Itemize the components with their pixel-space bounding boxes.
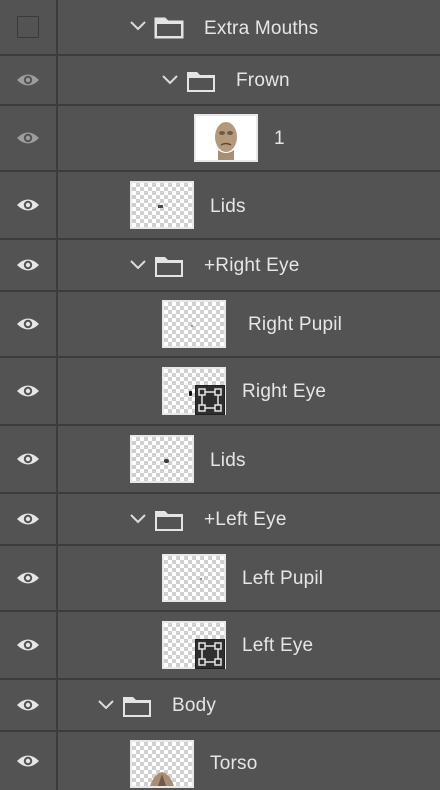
eye-icon[interactable] (16, 570, 40, 586)
eye-icon[interactable] (16, 383, 40, 399)
eye-icon[interactable] (16, 637, 40, 653)
layer-row-body[interactable]: Body (0, 680, 440, 732)
folder-icon (187, 72, 215, 92)
layer-name: +Right Eye (204, 255, 300, 276)
visibility-toggle[interactable] (0, 426, 58, 492)
layer-row-left-pupil[interactable]: Left Pupil (0, 546, 440, 612)
thumbnail-mark (158, 205, 163, 208)
transform-icon (198, 388, 222, 412)
smart-object-badge (195, 385, 225, 415)
layer-name: +Left Eye (204, 509, 287, 530)
layer-row-right-eye[interactable]: Right Eye (0, 358, 440, 426)
transform-icon (198, 642, 222, 666)
folder-icon (123, 697, 151, 717)
visibility-toggle[interactable] (0, 106, 58, 170)
folder-icon (155, 511, 183, 531)
layer-row-1[interactable]: 1 (0, 106, 440, 172)
eye-icon[interactable] (16, 511, 40, 527)
visibility-toggle[interactable] (0, 494, 58, 544)
layer-row-frown[interactable]: Frown (0, 56, 440, 106)
eye-icon[interactable] (16, 130, 40, 146)
layer-name: Body (172, 695, 217, 716)
layer-thumbnail[interactable] (130, 740, 194, 788)
layer-name: Left Eye (242, 635, 314, 656)
layer-name: 1 (274, 128, 285, 149)
thumbnail-mark (191, 325, 193, 327)
chevron-down-icon[interactable] (129, 20, 147, 32)
layer-thumbnail[interactable] (130, 181, 194, 229)
layer-row-extra-mouths[interactable]: Extra Mouths (0, 0, 440, 56)
layer-row-lids[interactable]: Lids (0, 426, 440, 494)
chevron-down-icon[interactable] (161, 74, 179, 86)
layer-thumbnail[interactable] (194, 114, 258, 162)
layer-thumbnail[interactable] (130, 435, 194, 483)
chevron-down-icon[interactable] (129, 513, 147, 525)
eye-icon[interactable] (16, 451, 40, 467)
layer-row-left-eye[interactable]: Left Eye (0, 612, 440, 680)
visibility-toggle[interactable] (0, 240, 58, 290)
chevron-down-icon[interactable] (129, 259, 147, 271)
layer-row-torso[interactable]: Torso (0, 732, 440, 790)
folder-icon (154, 17, 184, 39)
layer-name: Frown (236, 70, 290, 91)
visibility-toggle[interactable] (0, 358, 58, 424)
visibility-toggle[interactable] (0, 292, 58, 356)
layer-row-right-pupil[interactable]: Right Pupil (0, 292, 440, 358)
layers-panel: Extra Mouths Frown 1 Lids +Right Eye Rig… (0, 0, 440, 790)
layer-thumbnail[interactable] (162, 300, 226, 348)
layer-row-right-eye-group[interactable]: +Right Eye (0, 240, 440, 292)
visibility-toggle[interactable] (0, 546, 58, 610)
face-image (215, 122, 237, 160)
layer-name: Lids (210, 196, 246, 217)
layer-thumbnail[interactable] (162, 554, 226, 602)
eye-icon[interactable] (16, 753, 40, 769)
visibility-toggle[interactable] (0, 56, 58, 104)
smart-object-badge (195, 639, 225, 669)
layer-name: Extra Mouths (204, 18, 319, 39)
visibility-off-box[interactable] (17, 16, 39, 38)
eye-icon[interactable] (16, 197, 40, 213)
eye-icon[interactable] (16, 697, 40, 713)
layer-name: Right Pupil (248, 314, 343, 335)
layer-row-lids[interactable]: Lids (0, 172, 440, 240)
eye-icon[interactable] (16, 257, 40, 273)
thumbnail-mark (200, 578, 202, 580)
layer-row-left-eye-group[interactable]: +Left Eye (0, 494, 440, 546)
layer-name: Lids (210, 450, 246, 471)
layer-name: Left Pupil (242, 568, 324, 589)
eye-icon[interactable] (16, 72, 40, 88)
thumbnail-mark (189, 391, 192, 396)
visibility-toggle[interactable] (0, 612, 58, 678)
torso-image (150, 772, 174, 786)
visibility-toggle[interactable] (0, 0, 58, 54)
visibility-toggle[interactable] (0, 732, 58, 790)
visibility-toggle[interactable] (0, 680, 58, 730)
eye-icon[interactable] (16, 316, 40, 332)
folder-icon (155, 257, 183, 277)
layer-name: Right Eye (242, 381, 327, 402)
visibility-toggle[interactable] (0, 172, 58, 238)
thumbnail-mark (164, 459, 169, 463)
layer-name: Torso (210, 753, 258, 774)
chevron-down-icon[interactable] (97, 699, 115, 711)
